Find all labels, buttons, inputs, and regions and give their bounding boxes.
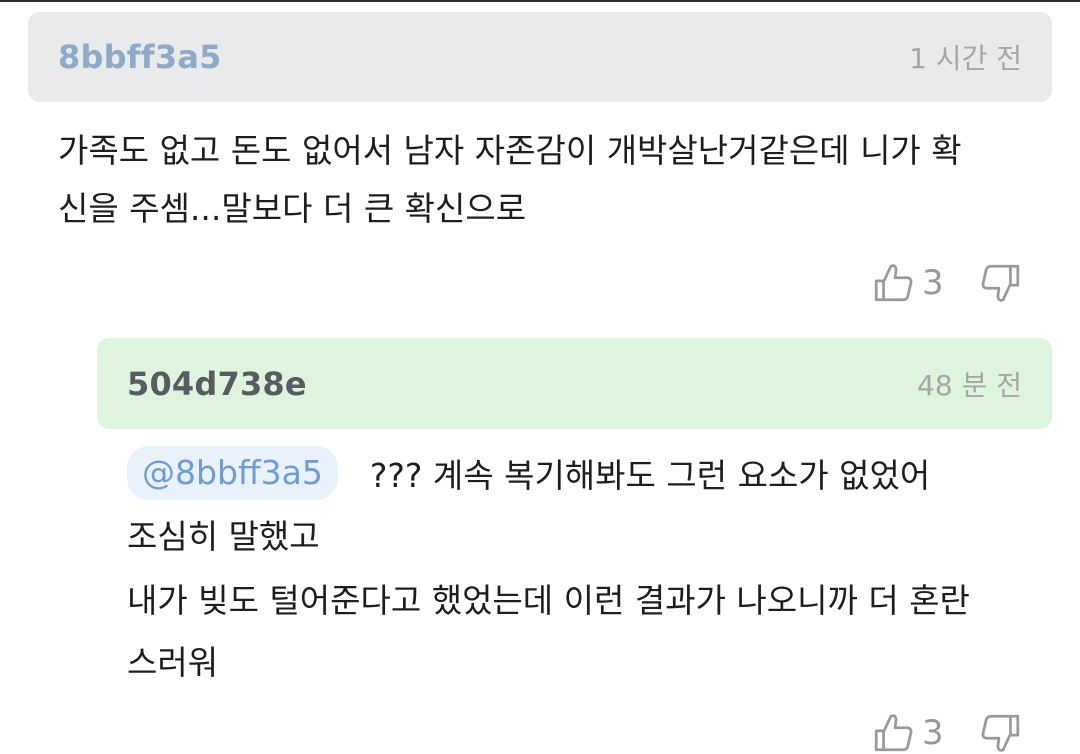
- reply-header: 504d738e 48 분 전: [97, 338, 1052, 429]
- top-divider: [0, 0, 1080, 2]
- like-button[interactable]: [872, 262, 914, 304]
- reply-votes: 3: [872, 712, 1022, 754]
- thumbs-up-icon: [874, 264, 913, 302]
- reply-author[interactable]: 504d738e: [127, 365, 307, 403]
- reply-like-count: 3: [922, 713, 944, 753]
- comment-time: 1 시간 전: [909, 42, 1022, 75]
- comment-votes: 3: [872, 262, 1022, 304]
- reply-text-line-1: ??? 계속 복기해봐도 그런 요소가 없었어: [369, 456, 931, 495]
- mention-tag[interactable]: @8bbff3a5: [127, 446, 338, 500]
- reply-time: 48 분 전: [917, 368, 1022, 402]
- comment-author[interactable]: 8bbff3a5: [58, 38, 222, 76]
- comment-text-line-1: 가족도 없고 돈도 없어서 남자 자존감이 개박살난거같은데 니가 확: [58, 131, 962, 170]
- reply-first-line: @8bbff3a5 ??? 계속 복기해봐도 그런 요소가 없었어: [127, 446, 930, 500]
- thumbs-up-icon: [874, 714, 913, 752]
- dislike-button[interactable]: [980, 262, 1022, 304]
- reply-text-line-4: 스러워: [127, 643, 219, 682]
- thumbs-down-icon: [981, 264, 1019, 302]
- comment-text-line-2: 신을 주셈...말보다 더 큰 확신으로: [58, 189, 527, 228]
- reply-text-line-3: 내가 빚도 털어준다고 했었는데 이런 결과가 나오니까 더 혼란: [127, 581, 970, 620]
- reply-like-button[interactable]: [872, 712, 914, 754]
- thumbs-down-icon: [981, 714, 1019, 752]
- reply-text-line-2: 조심히 말했고: [127, 517, 320, 556]
- comment-header: 8bbff3a5 1 시간 전: [28, 12, 1052, 102]
- reply-dislike-button[interactable]: [980, 712, 1022, 754]
- like-count: 3: [922, 263, 944, 303]
